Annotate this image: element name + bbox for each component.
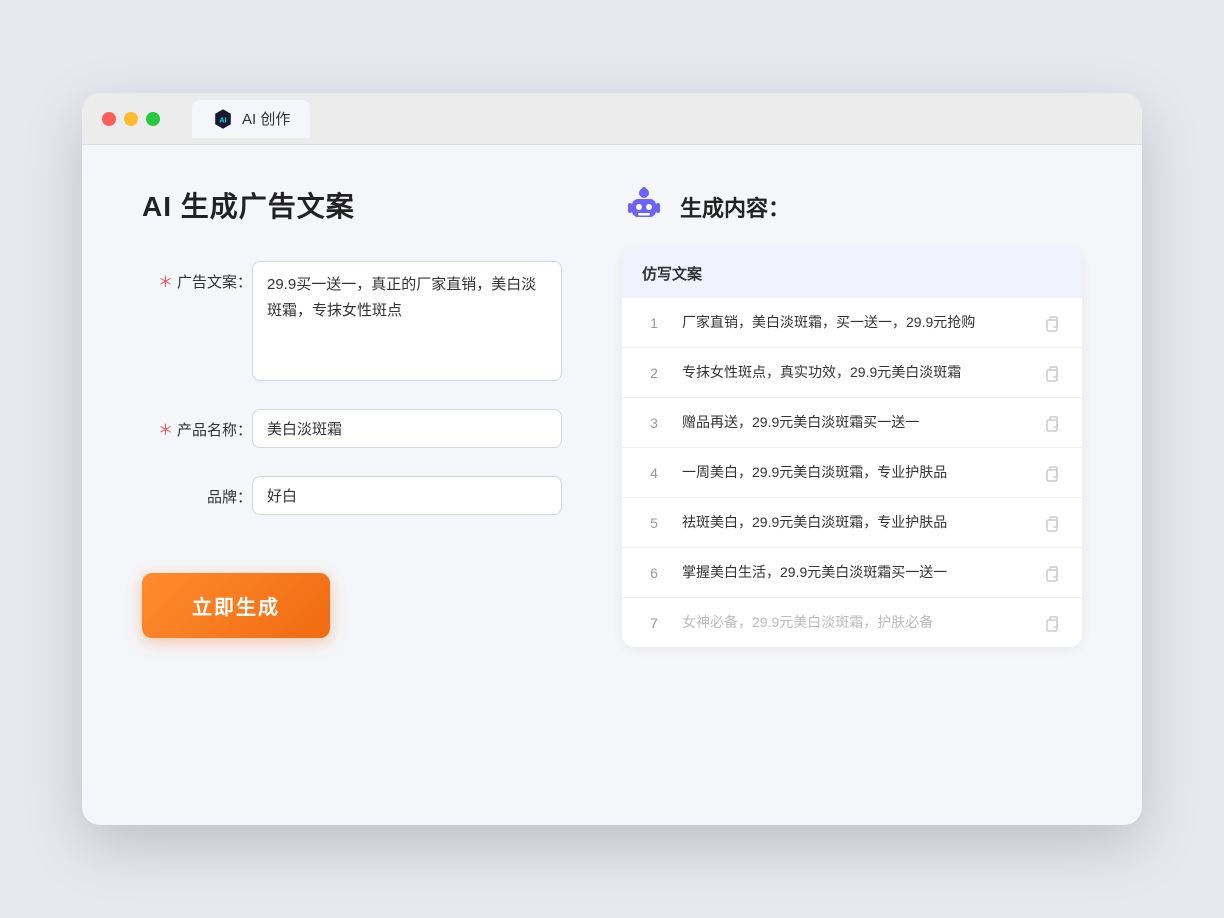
- result-header: 生成内容：: [622, 185, 1082, 229]
- row-number: 3: [642, 415, 666, 431]
- result-title: 生成内容：: [680, 191, 790, 223]
- copy-icon[interactable]: [1042, 613, 1062, 633]
- browser-window: AI AI 创作 AI 生成广告文案 ＊广告文案： ＊产品名称：: [82, 93, 1142, 825]
- right-panel: 生成内容： 仿写文案 1 厂家直销，美白淡斑霜，买一送一，29.9元抢购 2 专…: [622, 185, 1082, 775]
- close-button[interactable]: [102, 112, 116, 126]
- row-text: 厂家直销，美白淡斑霜，买一送一，29.9元抢购: [682, 312, 1026, 333]
- required-star-product: ＊: [158, 422, 173, 439]
- table-row: 3 赠品再送，29.9元美白淡斑霜买一送一: [622, 398, 1082, 448]
- brand-input[interactable]: [252, 476, 562, 515]
- row-text: 一周美白，29.9元美白淡斑霜，专业护肤品: [682, 462, 1026, 483]
- generate-button[interactable]: 立即生成: [142, 573, 330, 638]
- product-name-group: ＊产品名称：: [142, 409, 562, 448]
- product-name-label: ＊产品名称：: [142, 409, 252, 440]
- row-text: 掌握美白生活，29.9元美白淡斑霜买一送一: [682, 562, 1026, 583]
- svg-text:AI: AI: [219, 115, 226, 124]
- robot-icon: [622, 185, 666, 229]
- table-row: 1 厂家直销，美白淡斑霜，买一送一，29.9元抢购: [622, 298, 1082, 348]
- ad-copy-input[interactable]: [252, 261, 562, 381]
- row-number: 4: [642, 465, 666, 481]
- brand-label: 品牌：: [142, 476, 252, 507]
- table-header: 仿写文案: [622, 249, 1082, 298]
- copy-icon[interactable]: [1042, 313, 1062, 333]
- result-table: 仿写文案 1 厂家直销，美白淡斑霜，买一送一，29.9元抢购 2 专抹女性斑点，…: [622, 249, 1082, 647]
- row-text: 女神必备，29.9元美白淡斑霜，护肤必备: [682, 612, 1026, 633]
- row-number: 2: [642, 365, 666, 381]
- row-text: 专抹女性斑点，真实功效，29.9元美白淡斑霜: [682, 362, 1026, 383]
- row-text: 祛斑美白，29.9元美白淡斑霜，专业护肤品: [682, 512, 1026, 533]
- brand-group: 品牌：: [142, 476, 562, 515]
- table-row: 5 祛斑美白，29.9元美白淡斑霜，专业护肤品: [622, 498, 1082, 548]
- content-area: AI 生成广告文案 ＊广告文案： ＊产品名称： 品牌： 立: [82, 145, 1142, 825]
- row-number: 1: [642, 315, 666, 331]
- copy-icon[interactable]: [1042, 513, 1062, 533]
- ad-copy-label: ＊广告文案：: [142, 261, 252, 292]
- table-row: 7 女神必备，29.9元美白淡斑霜，护肤必备: [622, 598, 1082, 647]
- page-title: AI 生成广告文案: [142, 185, 562, 225]
- table-row: 2 专抹女性斑点，真实功效，29.9元美白淡斑霜: [622, 348, 1082, 398]
- row-number: 5: [642, 515, 666, 531]
- row-text: 赠品再送，29.9元美白淡斑霜买一送一: [682, 412, 1026, 433]
- copy-icon[interactable]: [1042, 463, 1062, 483]
- table-row: 6 掌握美白生活，29.9元美白淡斑霜买一送一: [622, 548, 1082, 598]
- tab-ai-creation[interactable]: AI AI 创作: [192, 100, 310, 138]
- copy-icon[interactable]: [1042, 563, 1062, 583]
- left-panel: AI 生成广告文案 ＊广告文案： ＊产品名称： 品牌： 立: [142, 185, 562, 775]
- title-bar: AI AI 创作: [82, 93, 1142, 145]
- maximize-button[interactable]: [146, 112, 160, 126]
- copy-icon[interactable]: [1042, 413, 1062, 433]
- ai-tab-icon: AI: [212, 108, 234, 130]
- row-number: 6: [642, 565, 666, 581]
- row-number: 7: [642, 615, 666, 631]
- table-row: 4 一周美白，29.9元美白淡斑霜，专业护肤品: [622, 448, 1082, 498]
- tab-label: AI 创作: [242, 108, 290, 129]
- ad-copy-group: ＊广告文案：: [142, 261, 562, 381]
- traffic-lights: [102, 112, 160, 126]
- copy-icon[interactable]: [1042, 363, 1062, 383]
- product-name-input[interactable]: [252, 409, 562, 448]
- required-star-ad: ＊: [158, 274, 173, 291]
- minimize-button[interactable]: [124, 112, 138, 126]
